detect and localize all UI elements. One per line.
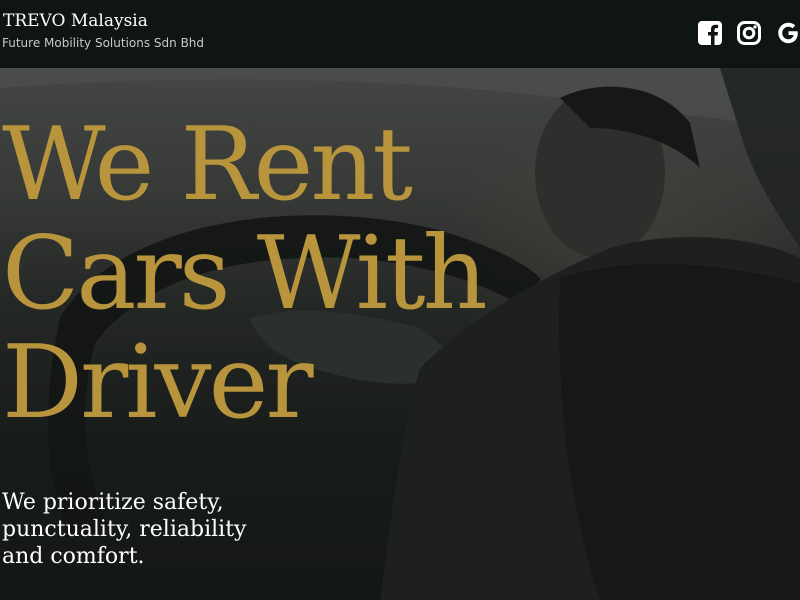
google-icon[interactable]	[776, 20, 800, 46]
hero-section: We Rent Cars With Driver We prioritize s…	[0, 68, 800, 600]
hero-subheadline-line: and comfort.	[2, 544, 145, 569]
site-tagline: Future Mobility Solutions Sdn Bhd	[2, 36, 205, 50]
facebook-icon[interactable]	[698, 20, 722, 46]
hero-subheadline-line: punctuality, reliability	[2, 517, 247, 542]
site-title[interactable]: TREVO Malaysia	[3, 11, 148, 31]
site-header: TREVO Malaysia Future Mobility Solutions…	[0, 0, 800, 68]
hero-subheadline: We prioritize safety, punctuality, relia…	[2, 489, 302, 570]
hero-headline-line: Cars With	[2, 214, 488, 332]
hero-headline: We Rent Cars With Driver	[2, 105, 488, 441]
instagram-icon[interactable]	[737, 20, 761, 46]
hero-headline-line: We Rent	[2, 105, 413, 223]
hero-headline-line: Driver	[2, 323, 314, 441]
hero-subheadline-line: We prioritize safety,	[2, 490, 224, 515]
